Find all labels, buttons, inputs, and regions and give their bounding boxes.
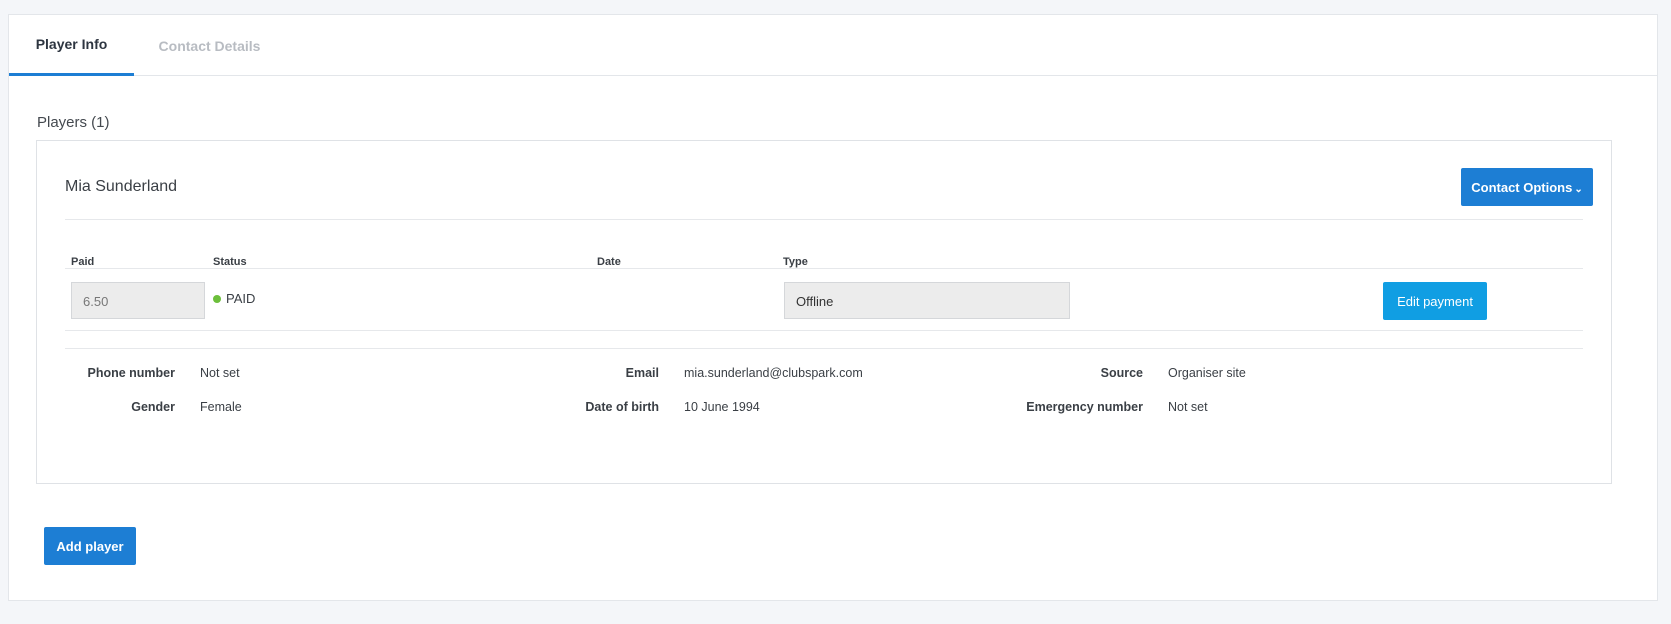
status-dot-icon (213, 294, 221, 303)
phone-value: Not set (200, 366, 240, 380)
edit-payment-button[interactable]: Edit payment (1383, 282, 1487, 320)
header-type: Type (783, 256, 808, 268)
tab-contact-details[interactable]: Contact Details (142, 15, 277, 76)
gender-value: Female (200, 400, 242, 414)
divider (65, 330, 1583, 331)
header-date: Date (597, 256, 621, 268)
emergency-label: Emergency number (1026, 400, 1143, 414)
players-heading: Players (1) (37, 114, 110, 131)
emergency-value: Not set (1168, 400, 1208, 414)
source-value: Organiser site (1168, 366, 1246, 380)
contact-options-label: Contact Options (1471, 179, 1573, 195)
add-player-button[interactable]: Add player (44, 527, 136, 565)
payment-type-field[interactable]: Offline (784, 282, 1070, 319)
email-label: Email (625, 366, 659, 380)
chevron-down-icon: ⌄ (1574, 183, 1583, 195)
tab-player-info[interactable]: Player Info (9, 15, 134, 76)
phone-label: Phone number (87, 366, 175, 380)
contact-options-button[interactable]: Contact Options ⌄ (1461, 168, 1593, 206)
header-status: Status (213, 256, 247, 268)
dob-label: Date of birth (585, 400, 659, 414)
player-name: Mia Sunderland (65, 178, 178, 195)
status-label: PAID (226, 291, 256, 306)
payment-status: PAID (213, 291, 255, 306)
dob-value: 10 June 1994 (684, 400, 760, 414)
header-paid: Paid (71, 256, 95, 268)
gender-label: Gender (131, 400, 175, 414)
divider (65, 219, 1583, 220)
tab-bar: Player Info Contact Details (9, 15, 1657, 76)
source-label: Source (1100, 366, 1143, 380)
paid-amount-field[interactable]: 6.50 (71, 282, 205, 319)
player-card: Mia Sunderland Contact Options ⌄ Paid St… (36, 140, 1612, 484)
email-value: mia.sunderland@clubspark.com (684, 366, 863, 380)
divider (65, 268, 1583, 269)
divider (65, 348, 1583, 349)
